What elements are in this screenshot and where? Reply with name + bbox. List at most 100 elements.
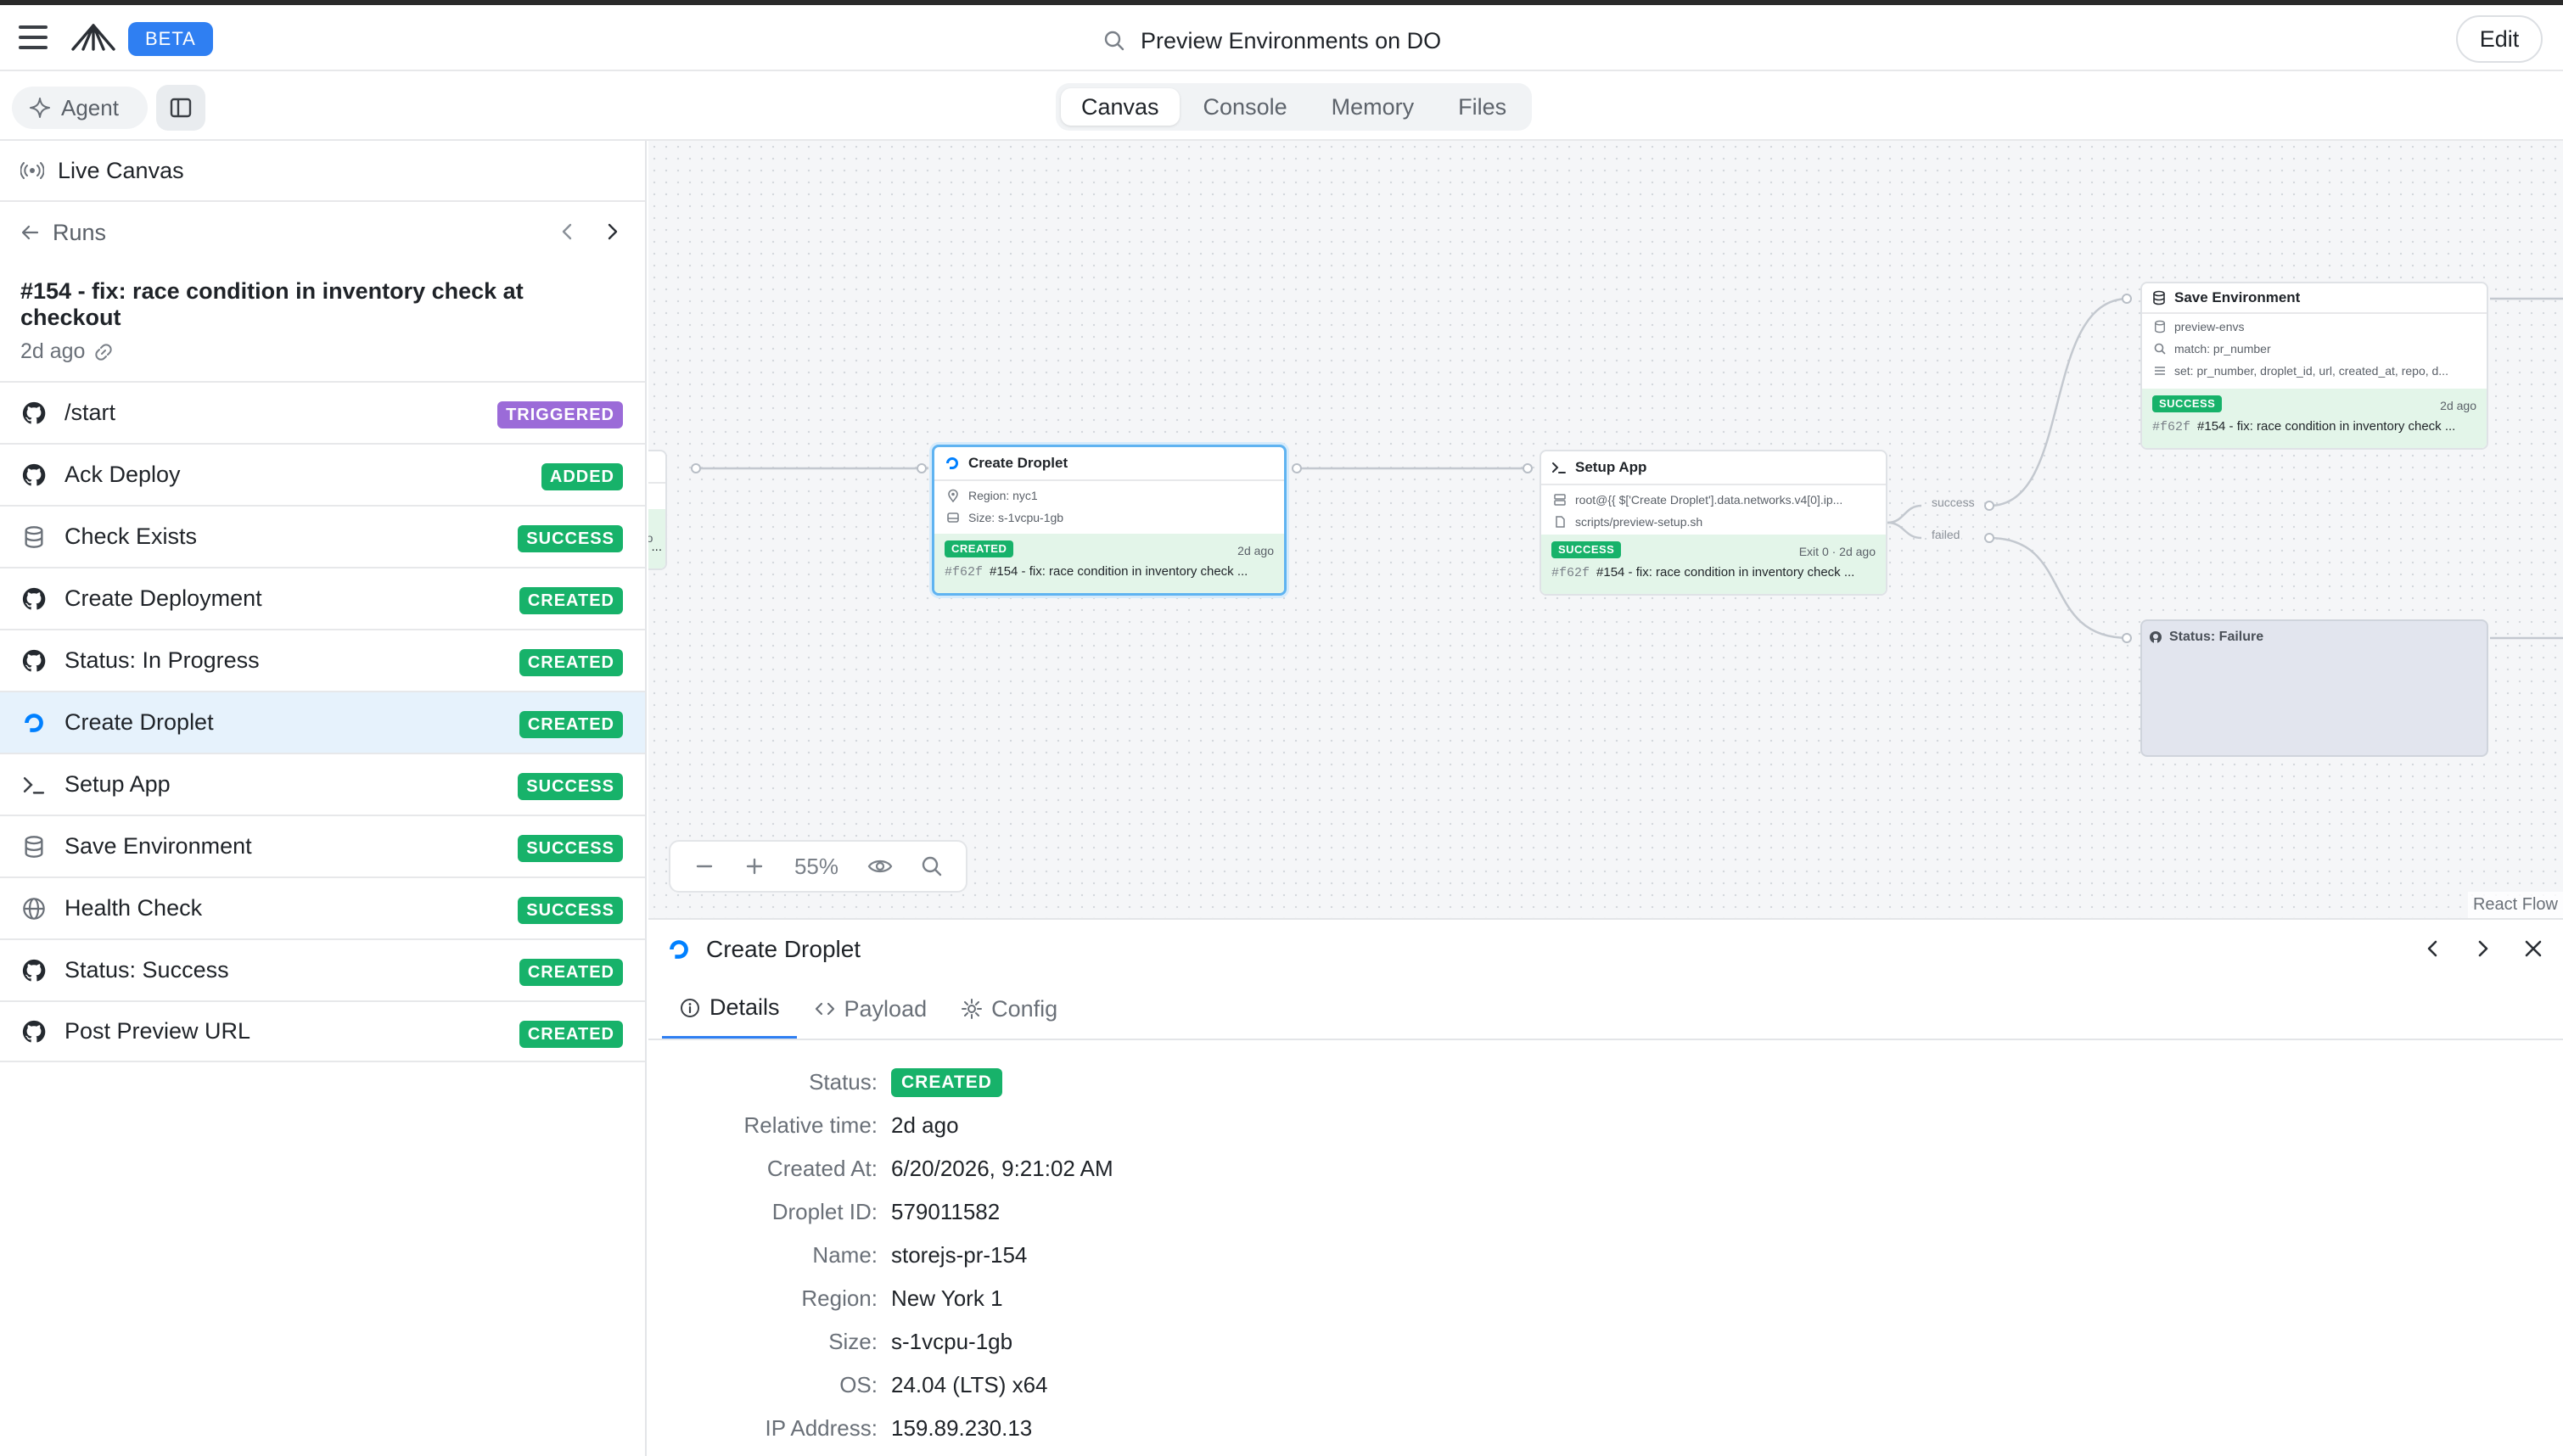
database-icon [20,833,48,860]
sidebar-panel-icon [170,98,192,118]
node-title: Status: Failure [2169,630,2264,644]
view-tabs: Canvas Console Memory Files [1056,83,1533,131]
edge-label-failed: failed [1930,528,1962,541]
step-row[interactable]: /start TRIGGERED [0,381,645,443]
handle[interactable] [1984,533,1994,543]
zoom-out-icon[interactable] [693,855,715,877]
link-icon[interactable] [93,342,114,362]
step-row[interactable]: Create Deployment CREATED [0,567,645,629]
node-footer: CREATED 2d ago #f62f #154 - fix: race con… [934,534,1284,593]
node-run: #154 - fix: race condition in inventory … [2197,419,2456,434]
eye-icon[interactable] [867,855,893,877]
detail-field: Region: New York 1 [648,1277,2563,1320]
tab-console[interactable]: Console [1183,88,1308,126]
field-value: 2d ago [891,1112,959,1138]
tab-canvas[interactable]: Canvas [1061,88,1180,126]
tab-files[interactable]: Files [1438,88,1527,126]
step-label: Status: In Progress [64,647,260,673]
handle[interactable] [1984,501,1994,511]
agent-button[interactable]: Agent [12,87,148,129]
tab-details[interactable]: Details [662,979,797,1039]
previous-node-icon[interactable] [2424,937,2442,960]
terminal-icon [1552,462,1566,473]
arrow-left-icon [21,225,39,240]
node-match-line: match: pr_number [2142,338,2487,360]
live-canvas-label: Live Canvas [58,157,184,183]
field-value: New York 1 [891,1285,1003,1311]
detail-field: Status: CREATED [648,1061,2563,1104]
step-label: /start [64,400,116,425]
detail-field: OS: 24.04 (LTS) x64 [648,1364,2563,1407]
handle[interactable] [917,463,927,473]
gear-icon [962,999,983,1019]
node-setup-app[interactable]: Setup App root@{{ $['Create Droplet'].da… [1539,450,1887,596]
canvas-title-search[interactable]: Preview Environments on DO [1103,24,1441,58]
step-row[interactable]: Health Check SUCCESS [0,876,645,938]
step-row[interactable]: Ack Deploy ADDED [0,443,645,505]
step-row[interactable]: Create Droplet CREATED [0,691,645,753]
zoom-in-icon[interactable] [743,855,766,877]
database-icon [2153,290,2165,305]
globe-icon [20,895,48,922]
step-row[interactable]: Status: In Progress CREATED [0,629,645,691]
terminal-icon [20,771,48,798]
node-save-environment[interactable]: Save Environment preview-envs match: pr_… [2140,282,2488,450]
node-hash: #f62f [2152,420,2191,434]
tab-payload[interactable]: Payload [797,979,945,1039]
node-status-badge: SUCCESS [1551,541,1622,558]
detail-fields: Status: CREATED Relative time: 2d ago Create… [648,1040,2563,1450]
field-key: Status: [809,1069,878,1095]
edge-success-to-save [1988,297,2129,507]
step-label: Create Droplet [64,709,214,735]
field-value: 6/20/2026, 9:21:02 AM [891,1156,1113,1181]
digitalocean-icon [946,457,958,469]
handle[interactable] [2122,294,2132,304]
list-icon [2155,367,2165,375]
step-status-badge: CREATED [519,649,623,676]
node-run: #154 - fix: race condition in inventory … [1596,565,1855,580]
handle[interactable] [1292,463,1302,473]
tab-config[interactable]: Config [944,979,1074,1039]
server-icon [1554,494,1566,506]
detail-header: Create Droplet [648,920,2563,979]
search-icon[interactable] [921,855,943,877]
close-icon[interactable] [2522,938,2544,960]
previous-run-icon[interactable] [558,221,577,243]
field-key: IP Address: [765,1415,878,1441]
run-meta: 2d ago [0,331,645,381]
app-logo [71,24,115,51]
node-create-droplet[interactable]: Create Droplet Region: nyc1 Size: s-1vcp… [932,445,1287,596]
node-status-failure[interactable]: Status: Failure [2140,619,2488,757]
node-hash: #f62f [945,565,984,580]
digitalocean-icon [20,709,48,736]
step-row[interactable]: Check Exists SUCCESS [0,505,645,567]
handle[interactable] [2122,633,2132,643]
workflow-canvas[interactable]: d ago ck ... Create Droplet Region: nyc1… [648,141,2563,918]
top-bar: BETA Preview Environments on DO Edit [0,5,2563,71]
github-icon [20,957,48,984]
edit-button[interactable]: Edit [2456,15,2543,63]
step-row[interactable]: Save Environment SUCCESS [0,815,645,876]
field-value: s-1vcpu-1gb [891,1329,1013,1354]
field-value: storejs-pr-154 [891,1242,1028,1268]
step-label: Setup App [64,771,171,797]
tab-memory[interactable]: Memory [1311,88,1435,126]
step-row[interactable]: Post Preview URL CREATED [0,1000,645,1062]
step-status-badge: CREATED [519,711,623,738]
react-flow-attribution[interactable]: React Flow [2467,892,2563,918]
toggle-sidebar-button[interactable] [156,85,205,131]
field-key: Size: [828,1329,878,1354]
step-row[interactable]: Setup App SUCCESS [0,753,645,815]
detail-field: Name: storejs-pr-154 [648,1234,2563,1277]
live-canvas-link[interactable]: Live Canvas [0,141,645,202]
runs-back-link[interactable]: Runs [0,202,645,263]
next-node-icon[interactable] [2473,937,2492,960]
step-row[interactable]: Status: Success CREATED [0,938,645,1000]
next-run-icon[interactable] [603,221,621,243]
handle[interactable] [691,463,701,473]
node-detail-panel: Create Droplet Details Payload Config St… [648,918,2563,1456]
node-partial[interactable]: d ago ck ... [648,450,667,570]
menu-icon[interactable] [19,25,48,49]
handle[interactable] [1523,463,1533,473]
broadcast-icon [20,162,44,179]
